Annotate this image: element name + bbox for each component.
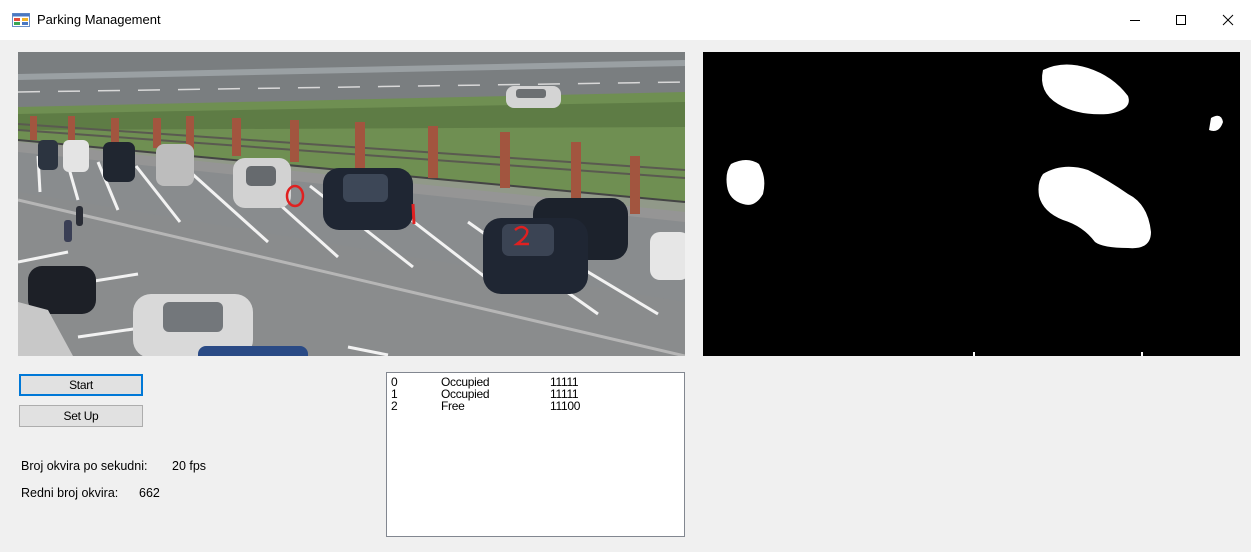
maximize-button[interactable] [1158, 0, 1204, 40]
parking-lot-image [18, 52, 685, 356]
camera-frame [18, 52, 685, 356]
list-item[interactable]: 1 Occupied 11111 [387, 388, 684, 400]
title-bar: Parking Management [0, 0, 1251, 40]
setup-button[interactable]: Set Up [19, 405, 143, 427]
frame-number-label: Redni broj okvira: [21, 486, 119, 500]
fps-value: 20 fps [172, 459, 207, 473]
spot-code: 11100 [550, 399, 581, 413]
spot-status: Free [441, 399, 465, 413]
list-item[interactable]: 2 Free 11100 [387, 400, 684, 412]
mask-blobs [726, 64, 1223, 356]
parking-spot-list[interactable]: 0 Occupied 11111 1 Occupied 11111 2 Free… [386, 372, 685, 537]
foreground-mask-view [703, 52, 1240, 356]
close-button[interactable] [1205, 0, 1251, 40]
maximize-icon [1176, 15, 1186, 25]
list-item[interactable]: 0 Occupied 11111 [387, 376, 684, 388]
close-icon [1222, 14, 1234, 26]
spot-id: 2 [391, 399, 398, 413]
fps-label: Broj okvira po sekudni: [21, 459, 148, 473]
app-window-icon [12, 12, 30, 28]
minimize-button[interactable] [1112, 0, 1158, 40]
minimize-icon [1130, 20, 1140, 21]
start-button[interactable]: Start [19, 374, 143, 396]
window-title: Parking Management [37, 12, 161, 27]
frame-number-value: 662 [139, 486, 160, 500]
